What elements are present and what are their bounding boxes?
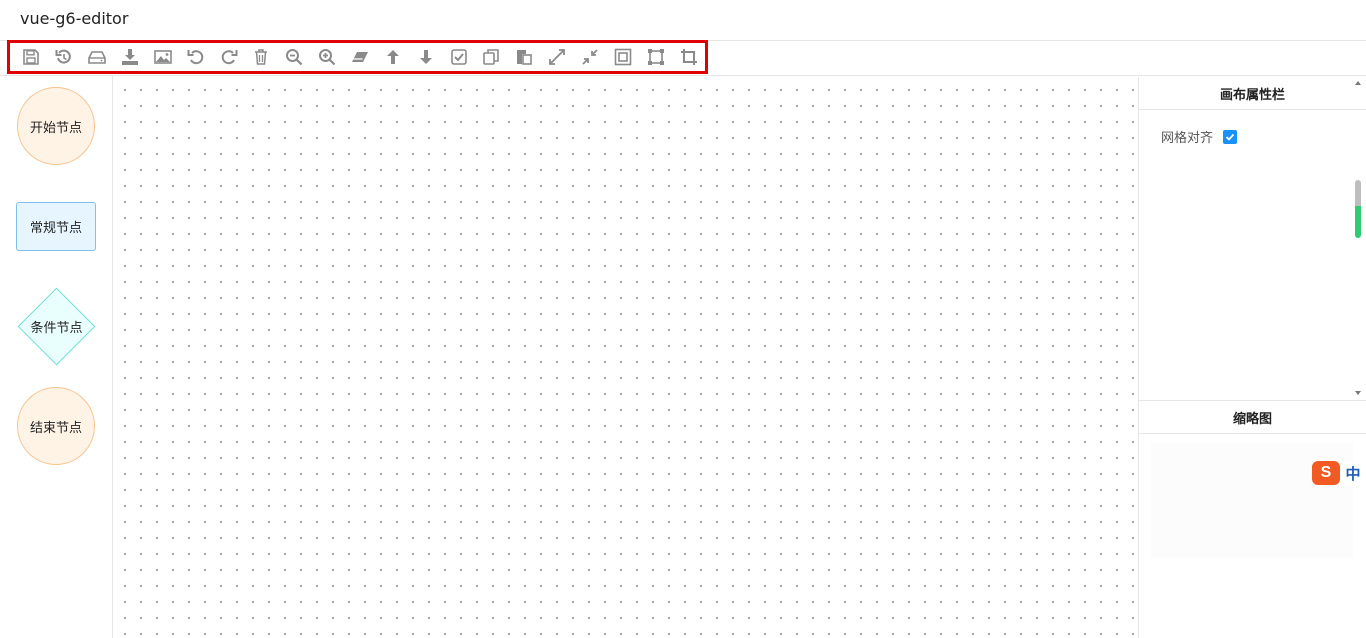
save-button[interactable] [15,43,48,71]
detail-panel: 画布属性栏 网格对齐 缩略图 S 中 [1138,77,1366,638]
condition-node-item[interactable]: 条件节点 [17,287,96,366]
fit-view-icon [614,48,632,66]
history-icon [55,49,72,64]
undo-icon [187,50,204,65]
crop-button[interactable] [672,43,705,71]
export-image-button[interactable] [146,43,179,71]
compress-icon [582,49,598,65]
end-node-item[interactable]: 结束节点 [17,387,95,465]
condition-node-label: 条件节点 [30,321,83,336]
normal-node-item[interactable]: 常规节点 [16,202,96,251]
history-button[interactable] [48,43,81,71]
ime-mode-label: 中 [1340,461,1366,485]
delete-button[interactable] [245,43,278,71]
actual-size-icon [647,49,664,65]
download-icon [122,49,138,65]
redo-button[interactable] [212,43,245,71]
select-all-icon [450,49,467,65]
end-node-label: 结束节点 [29,420,82,436]
grid-align-row: 网格对齐 [1161,127,1238,146]
fullscreen-button[interactable] [541,43,574,71]
redo-icon [221,50,238,65]
zoom-in-button[interactable] [311,43,344,71]
bring-forward-button[interactable] [376,43,409,71]
delete-icon [255,49,268,65]
app-header: vue-g6-editor [0,0,1366,41]
graph-canvas[interactable] [114,77,1138,638]
grid-align-label: 网格对齐 [1161,131,1214,146]
arrow-up-icon [386,50,399,64]
copy-button[interactable] [475,43,508,71]
properties-scrollbar[interactable] [1352,77,1364,401]
copy-icon [483,49,500,65]
fit-view-button[interactable] [606,43,639,71]
expand-icon [549,49,566,65]
save-icon [23,49,40,65]
arrow-down-icon [419,50,432,64]
toolbar [7,40,708,74]
crop-icon [680,49,697,65]
start-node-item[interactable]: 开始节点 [17,87,95,165]
scrollbar-thumb[interactable] [1355,180,1361,238]
download-button[interactable] [114,43,147,71]
zoom-out-button[interactable] [278,43,311,71]
send-backward-button[interactable] [409,43,442,71]
app-title: vue-g6-editor [20,9,129,28]
start-node-label: 开始节点 [29,120,82,136]
drive-icon [88,51,106,64]
canvas-properties-section: 画布属性栏 网格对齐 [1139,77,1366,401]
drive-button[interactable] [81,43,114,71]
image-icon [154,50,172,64]
zoom-in-icon [319,49,336,66]
paste-icon [517,50,533,65]
eraser-icon [352,52,369,62]
grid-align-checkbox[interactable] [1223,129,1238,144]
ime-indicator[interactable]: S 中 [1312,461,1366,485]
canvas-properties-title: 画布属性栏 [1139,77,1366,110]
minimap-section: 缩略图 S 中 [1139,401,1366,603]
editor-app: vue-g6-editor 开始节点 常规节点 条件节点 结束节点 画布属性栏 … [0,0,1366,638]
actual-size-button[interactable] [639,43,672,71]
minimap-title: 缩略图 [1139,401,1366,434]
check-icon [1225,133,1235,141]
scroll-down-arrow-icon[interactable] [1355,391,1361,395]
undo-button[interactable] [179,43,212,71]
normal-node-label: 常规节点 [29,221,82,236]
select-all-button[interactable] [442,43,475,71]
zoom-out-icon [286,49,303,66]
sogou-logo-icon: S [1312,461,1340,485]
scroll-up-arrow-icon[interactable] [1355,81,1361,85]
clear-button[interactable] [344,43,377,71]
item-panel: 开始节点 常规节点 条件节点 结束节点 [0,76,113,638]
exit-fullscreen-button[interactable] [574,43,607,71]
paste-button[interactable] [508,43,541,71]
